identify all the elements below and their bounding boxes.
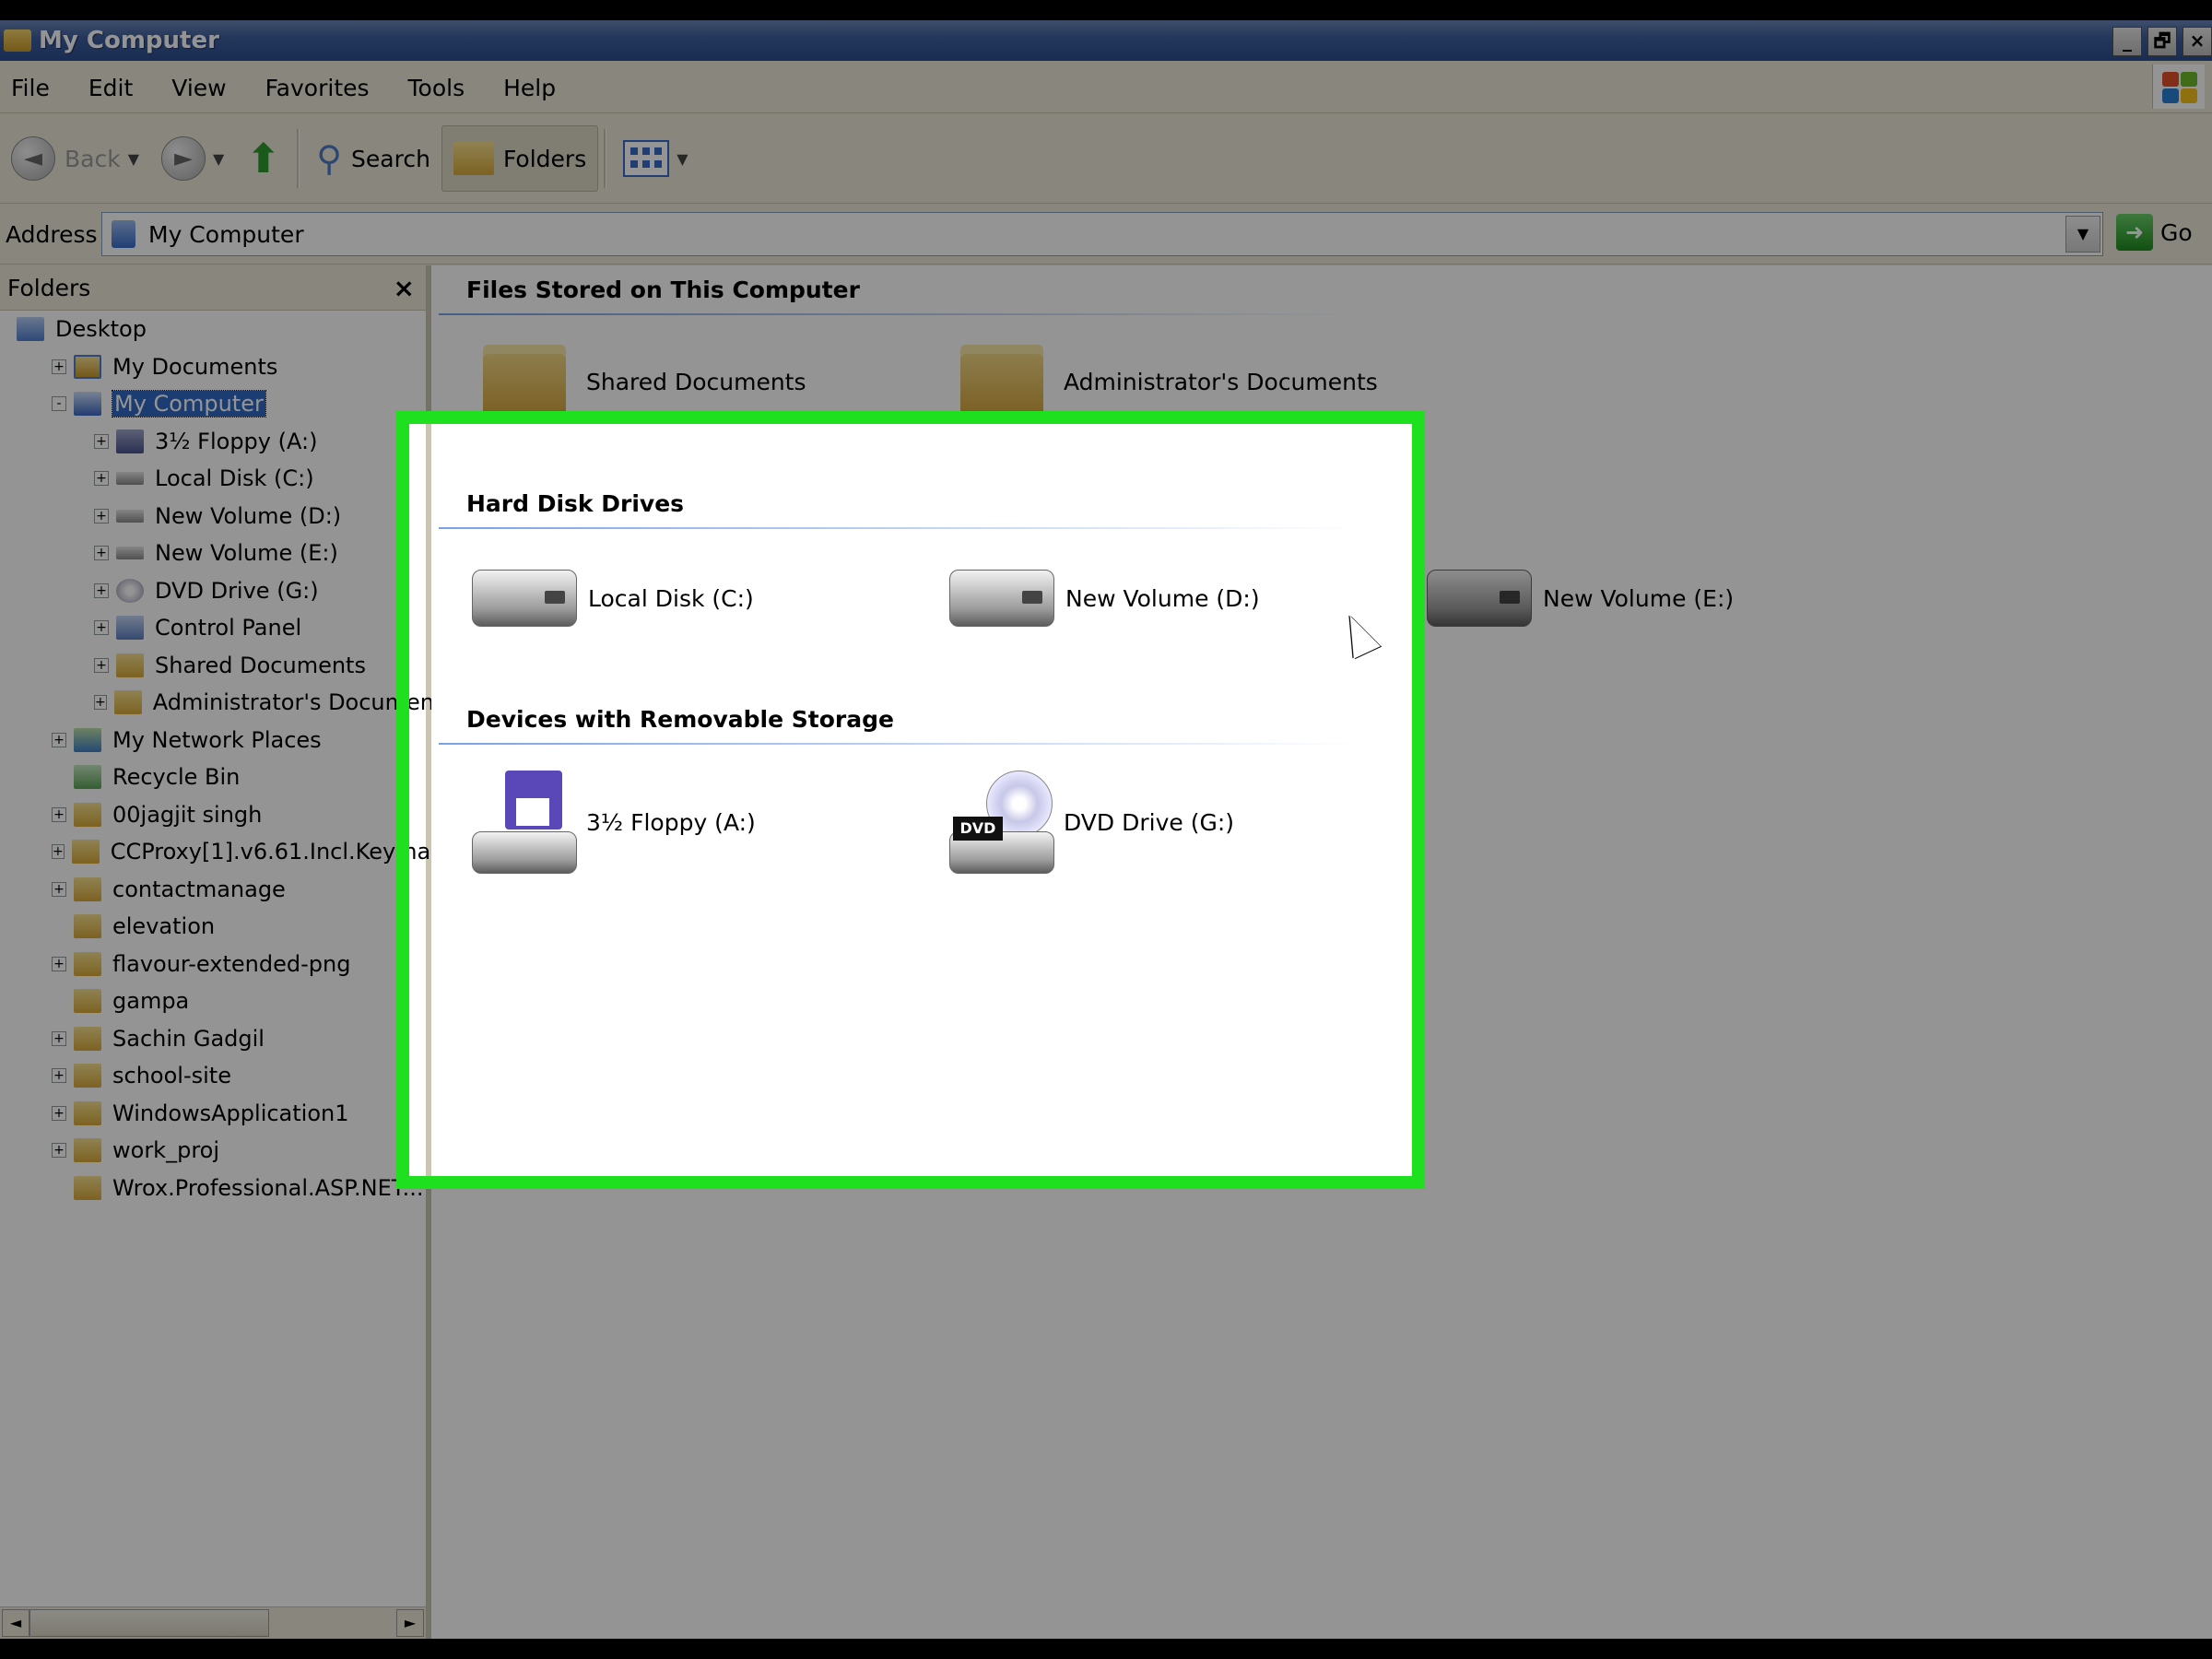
- highlight-frame: [396, 411, 1425, 1189]
- dim-overlay-bottom: [0, 1189, 2212, 1659]
- bottom-strip: [0, 1639, 2212, 1659]
- dim-overlay-top: [0, 0, 2212, 411]
- dim-overlay-right: [1425, 411, 2212, 1189]
- dim-overlay-left: [0, 411, 396, 1189]
